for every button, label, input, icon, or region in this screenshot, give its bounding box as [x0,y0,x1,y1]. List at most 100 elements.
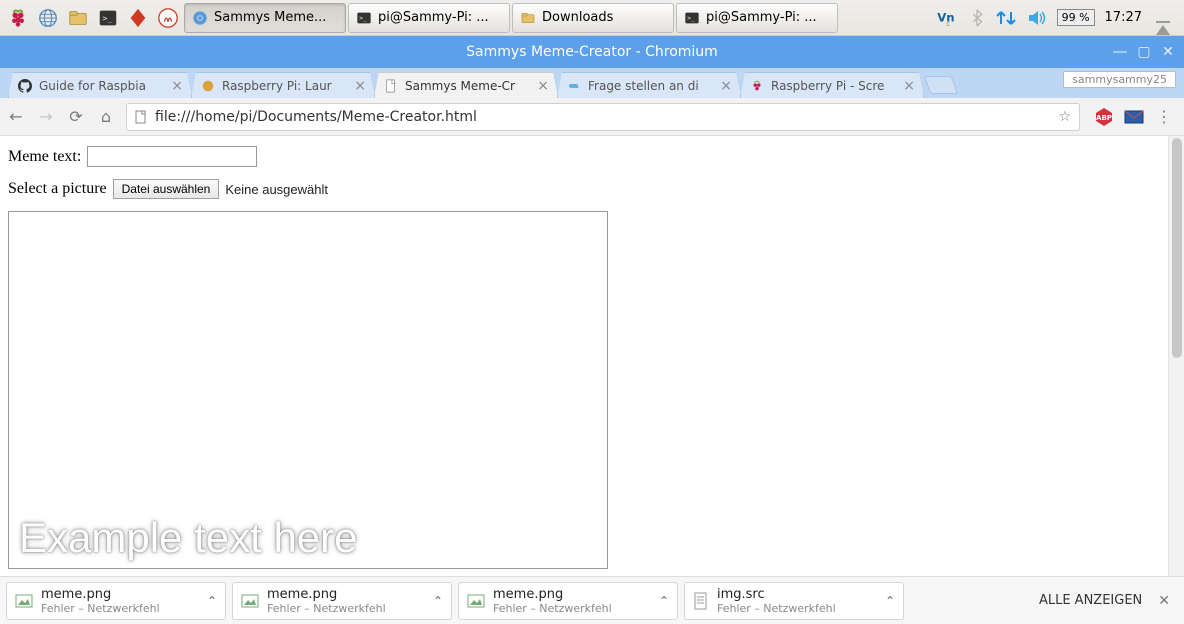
download-item[interactable]: img.src Fehler – Netzwerkfehl ⌃ [684,582,904,620]
web-browser-icon[interactable] [34,4,62,32]
chevron-up-icon[interactable]: ⌃ [207,594,217,608]
window-title: Sammys Meme-Creator - Chromium [466,44,718,60]
file-status-text: Keine ausgewählt [225,182,328,197]
tab-label: Guide for Raspbia [39,79,146,93]
svg-text:ABP: ABP [1096,114,1112,122]
svg-text:>_: >_ [359,15,367,22]
close-downloads-bar-button[interactable]: ✕ [1158,593,1170,609]
window-titlebar: Sammys Meme-Creator - Chromium ― ▢ ✕ [0,36,1184,68]
chromium-icon [191,9,209,27]
menu-button[interactable]: ⋮ [1154,107,1174,126]
home-button[interactable]: ⌂ [96,107,116,126]
chevron-up-icon[interactable]: ⌃ [433,594,443,608]
tab-raspberry-pi-scre[interactable]: Raspberry Pi - Scre × [740,72,924,98]
image-file-icon [15,592,33,610]
meme-canvas: Example text here [8,211,608,569]
taskbar-app-label: Downloads [542,10,613,25]
wolfram-icon[interactable] [154,4,182,32]
folder-icon [519,9,537,27]
close-icon[interactable]: × [903,78,915,94]
svg-text:V: V [937,10,946,24]
download-item[interactable]: meme.png Fehler – Netzwerkfehl ⌃ [6,582,226,620]
mathematica-icon[interactable] [124,4,152,32]
tab-raspberry-pi-laur[interactable]: Raspberry Pi: Laur × [191,72,375,98]
file-manager-icon[interactable] [64,4,92,32]
image-file-icon [467,592,485,610]
new-tab-button[interactable] [924,76,959,94]
download-status: Fehler – Netzwerkfehl [717,602,836,615]
menu-raspberry-icon[interactable] [4,4,32,32]
taskbar-app-terminal1[interactable]: >_ pi@Sammy-Pi: ... [348,3,510,33]
scrollbar-thumb[interactable] [1172,138,1182,358]
download-filename: meme.png [267,587,386,602]
download-item[interactable]: meme.png Fehler – Netzwerkfehl ⌃ [232,582,452,620]
page-scrollbar[interactable] [1168,136,1184,576]
vnc-icon[interactable]: Vnc [937,9,959,27]
address-bar[interactable]: file:///home/pi/Documents/Meme-Creator.h… [126,103,1080,131]
raspberry-icon [749,78,765,94]
browser-toolbar: ← → ⟳ ⌂ file:///home/pi/Documents/Meme-C… [0,98,1184,136]
network-icon[interactable] [995,8,1017,28]
file-icon [135,110,147,124]
favicon-icon [200,78,216,94]
tab-sammys-meme[interactable]: Sammys Meme-Cr × [374,72,558,98]
image-file-icon [241,592,259,610]
reload-button[interactable]: ⟳ [66,107,86,126]
tab-guide-raspbian[interactable]: Guide for Raspbia × [8,72,192,98]
download-status: Fehler – Netzwerkfehl [41,602,160,615]
window-maximize-button[interactable]: ▢ [1134,42,1154,62]
taskbar-app-label: pi@Sammy-Pi: ... [378,10,489,25]
svg-text:>_: >_ [103,12,113,22]
tab-label: Sammys Meme-Cr [405,79,515,93]
github-icon [17,78,33,94]
close-icon[interactable]: × [171,78,183,94]
chevron-up-icon[interactable]: ⌃ [885,594,895,608]
download-status: Fehler – Netzwerkfehl [493,602,612,615]
download-filename: meme.png [493,587,612,602]
close-icon[interactable]: × [720,78,732,94]
abp-extension-icon[interactable]: ABP [1094,107,1114,127]
tab-label: Raspberry Pi: Laur [222,79,332,93]
back-button[interactable]: ← [6,107,26,126]
select-picture-label: Select a picture [8,180,107,198]
tab-label: Raspberry Pi - Scre [771,79,884,93]
url-text: file:///home/pi/Documents/Meme-Creator.h… [155,109,477,125]
file-icon [383,78,399,94]
system-tray: Vnc 99 % 17:27 [937,8,1180,28]
download-filename: meme.png [41,587,160,602]
taskbar-app-filemanager[interactable]: Downloads [512,3,674,33]
window-close-button[interactable]: ✕ [1158,42,1178,62]
terminal-icon[interactable]: >_ [94,4,122,32]
file-choose-button[interactable]: Datei auswählen [113,179,220,199]
window-minimize-button[interactable]: ― [1110,42,1130,62]
browser-tabs-bar: Guide for Raspbia × Raspberry Pi: Laur ×… [0,68,1184,98]
text-file-icon [693,592,709,610]
forward-button[interactable]: → [36,107,56,126]
bookmark-star-icon[interactable]: ☆ [1058,109,1071,125]
svg-text:c: c [946,19,950,27]
show-all-downloads-link[interactable]: ALLE ANZEIGEN [1039,593,1142,608]
os-taskbar: >_ Sammys Meme... >_ pi@Sammy-Pi: ... Do… [0,0,1184,36]
tab-frage-stellen[interactable]: Frage stellen an di × [557,72,741,98]
eject-icon[interactable] [1152,10,1174,25]
taskbar-app-label: pi@Sammy-Pi: ... [706,10,817,25]
download-item[interactable]: meme.png Fehler – Netzwerkfehl ⌃ [458,582,678,620]
clock[interactable]: 17:27 [1105,10,1142,25]
bluetooth-icon[interactable] [969,9,985,27]
taskbar-app-label: Sammys Meme... [214,10,326,25]
download-filename: img.src [717,587,836,602]
meme-text-input[interactable] [87,146,257,167]
close-icon[interactable]: × [537,78,549,94]
mail-extension-icon[interactable] [1124,109,1144,125]
download-status: Fehler – Netzwerkfehl [267,602,386,615]
volume-icon[interactable] [1027,9,1047,27]
user-badge[interactable]: sammysammy25 [1063,71,1176,88]
taskbar-app-chromium[interactable]: Sammys Meme... [184,3,346,33]
taskbar-app-terminal2[interactable]: >_ pi@Sammy-Pi: ... [676,3,838,33]
page-content: Meme text: Select a picture Datei auswäh… [0,136,1168,576]
close-icon[interactable]: × [354,78,366,94]
battery-indicator[interactable]: 99 % [1057,9,1095,26]
chevron-up-icon[interactable]: ⌃ [659,594,669,608]
svg-text:>_: >_ [687,15,695,22]
meme-overlay-text: Example text here [19,514,358,562]
